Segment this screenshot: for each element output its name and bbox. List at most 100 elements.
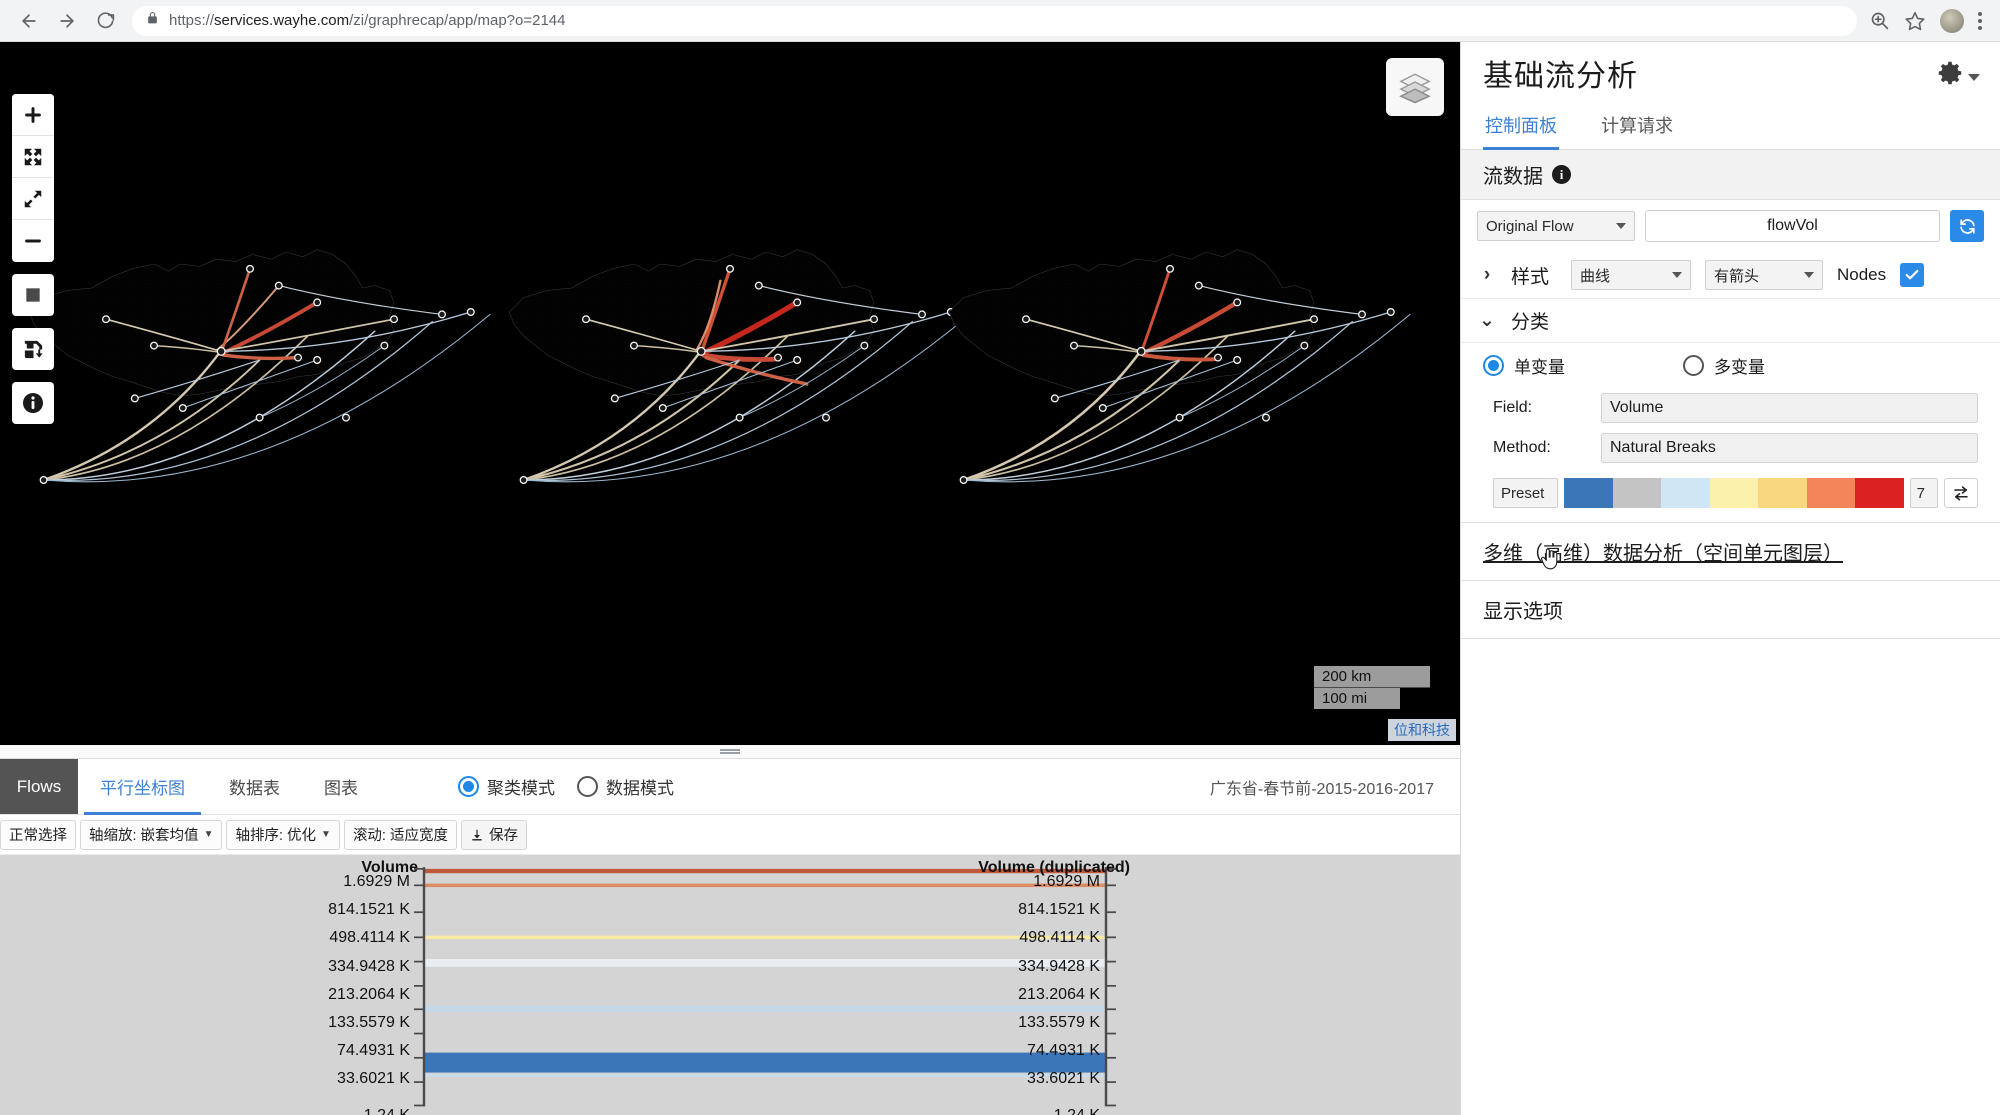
field-select[interactable]: Volume [1601,393,1978,423]
scroll-mode-button[interactable]: 滚动: 适应宽度 [343,819,457,850]
method-select[interactable]: Natural Breaks [1601,433,1978,463]
fit-extent-button[interactable] [12,136,54,178]
ramp-swatch-4[interactable] [1709,478,1759,508]
map-info-button[interactable] [12,382,54,424]
nodes-checkbox[interactable] [1900,263,1925,287]
chevron-right-icon[interactable]: › [1477,264,1497,286]
radio-data-mode[interactable] [577,776,598,797]
refresh-button[interactable] [1950,210,1984,242]
axis-order-dropdown[interactable]: 轴排序: 优化 ▼ [226,819,340,850]
layers-button[interactable] [1386,58,1444,116]
hd-analysis-section[interactable]: 多维（高维）数据分析（空间单元图层） [1461,522,2000,581]
panel-splitter[interactable] [0,745,1460,759]
select-value: 曲线 [1580,267,1611,285]
input-value: flowVol [1767,217,1818,234]
chevron-down-icon: ▼ [203,829,214,840]
star-icon[interactable] [1904,10,1926,32]
arrow-type-select[interactable]: 有箭头 [1705,260,1823,290]
resize-button[interactable] [12,178,54,220]
kebab-menu-icon[interactable] [1978,11,1982,30]
refresh-icon [1959,218,1975,234]
select-value: 有箭头 [1714,267,1760,285]
tab-parallel-coordinates[interactable]: 平行坐标图 [78,759,207,815]
user-avatar[interactable] [1940,8,1964,33]
zoom-in-button[interactable] [12,94,54,136]
nodes-label: Nodes [1837,265,1887,284]
parallel-coordinates-chart[interactable]: Volume Volume (duplicated) 1.6929 M 814.… [0,855,1460,1115]
address-bar[interactable]: https://services.wayhe.com/zi/graphrecap… [132,5,1857,36]
chevron-down-icon[interactable]: ⌄ [1477,309,1497,332]
radio-cluster-mode[interactable] [458,776,479,797]
display-options-section[interactable]: 显示选项 [1461,581,2000,639]
method-label: Method: [1493,439,1551,456]
ramp-swatch-1[interactable] [1564,478,1613,508]
sidebar-header: 基础流分析 [1461,42,2000,104]
radio-multivariate[interactable] [1683,355,1704,376]
dataset-label: 广东省-春节前-2015-2016-2017 [1209,780,1434,798]
box-select-button[interactable] [12,274,54,316]
label-data-mode: 数据模式 [606,779,674,798]
classify-accordion-row[interactable]: ⌄ 分类 [1461,299,2000,343]
ramp-swatch-6[interactable] [1806,478,1856,508]
pc-band-class2 [425,1052,1105,1073]
scale-km: 200 km [1314,666,1430,688]
tab-compute-request[interactable]: 计算请求 [1599,104,1689,149]
color-ramp[interactable] [1564,478,1904,508]
ramp-swatch-3[interactable] [1661,478,1710,508]
zoom-out-button[interactable] [12,220,54,262]
reload-icon[interactable] [88,4,122,38]
label-cluster-mode: 聚类模式 [487,779,555,798]
tab-control-panel[interactable]: 控制面板 [1483,104,1573,150]
multivariate-option[interactable]: 多变量 [1683,353,1765,378]
tab-data-table[interactable]: 数据表 [207,759,302,814]
pc-band-class3 [425,1005,1105,1012]
chevron-down-icon [1804,272,1814,278]
map-canvas[interactable]: 200 km 100 mi 位和科技 [0,42,1460,745]
swap-colors-button[interactable] [1944,478,1978,508]
save-button[interactable]: 保存 [461,819,527,850]
tab-charts[interactable]: 图表 [302,759,380,814]
style-accordion-row[interactable]: › 样式 曲线 有箭头 Nodes [1461,252,2000,299]
hd-analysis-link[interactable]: 多维（高维）数据分析（空间单元图层） [1483,543,1843,565]
pc-toolbar: 正常选择 轴缩放: 嵌套均值 ▼ 轴排序: 优化 ▼ 滚动: 适应宽度 保存 [0,815,1460,855]
class-count-select[interactable]: 7 [1909,478,1938,508]
lock-icon [146,10,159,31]
btn-label: 轴排序: 优化 [235,828,317,844]
radio-label: 多变量 [1714,358,1765,377]
info-icon[interactable]: i [1552,165,1571,184]
btn-label: 保存 [489,828,518,844]
back-arrow-icon[interactable] [12,4,46,38]
zoom-magnifier-icon[interactable] [1869,10,1890,31]
ramp-swatch-7[interactable] [1855,478,1904,508]
select-value: Volume [1610,399,1664,416]
browser-actions [1869,8,1988,33]
save-map-button[interactable] [12,328,54,370]
pc-plot [0,855,1460,1115]
browser-toolbar: https://services.wayhe.com/zi/graphrecap… [0,0,2000,42]
pc-band-class5 [425,935,1105,940]
preset-select[interactable]: Preset [1493,478,1559,508]
select-value: 7 [1916,484,1925,502]
pc-band-class7 [425,868,1105,874]
line-type-select[interactable]: 曲线 [1571,260,1691,290]
flow-source-select[interactable]: Original Flow [1477,211,1635,241]
ramp-swatch-2[interactable] [1612,478,1662,508]
tab-label: 计算请求 [1601,116,1673,136]
radio-univariate[interactable] [1483,355,1504,376]
forward-arrow-icon[interactable] [50,4,84,38]
field-label: Field: [1493,399,1533,416]
swap-arrows-icon [1954,486,1968,501]
pc-band-class1 [425,1074,1105,1077]
section-title: 流数据 [1483,166,1543,188]
axis-scale-dropdown[interactable]: 轴缩放: 嵌套均值 ▼ [80,819,223,850]
chevron-down-icon [1616,223,1626,229]
univariate-option[interactable]: 单变量 [1483,353,1683,378]
ramp-swatch-5[interactable] [1758,478,1807,508]
chevron-down-icon [1968,73,1980,81]
settings-menu-button[interactable] [1935,58,1980,88]
normal-select-button[interactable]: 正常选择 [0,819,76,850]
volume-field-input[interactable]: flowVol [1645,210,1940,242]
select-value: Original Flow [1486,217,1574,235]
map-attribution[interactable]: 位和科技 [1388,719,1456,741]
btn-label: 滚动: 适应宽度 [352,828,448,844]
